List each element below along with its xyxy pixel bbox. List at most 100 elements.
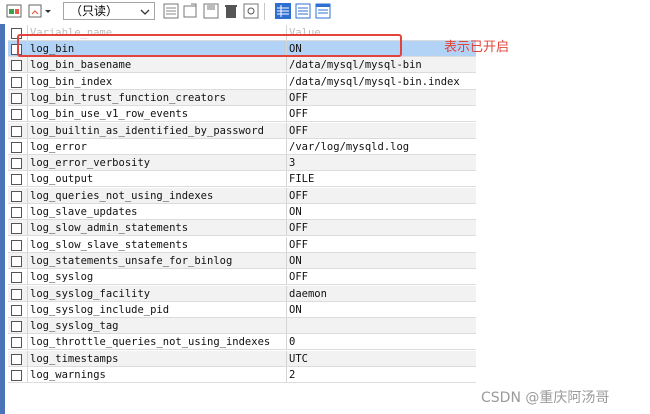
cell-variable-name[interactable]: log_syslog_facility <box>27 285 290 302</box>
cell-value[interactable]: OFF <box>286 187 479 204</box>
table-row[interactable]: log_throttle_queries_not_using_indexes 0 <box>8 334 479 351</box>
cell-value[interactable]: 3 <box>286 155 479 172</box>
row-checkbox[interactable] <box>11 174 22 186</box>
table-row[interactable]: log_slow_admin_statements OFF <box>8 220 479 237</box>
table-row[interactable]: log_slow_slave_statements OFF <box>8 236 479 253</box>
cell-variable-name[interactable]: log_syslog_tag <box>27 318 290 335</box>
table-row[interactable]: log_bin_index/data/mysql/mysql-bin.index <box>8 73 479 90</box>
table-row[interactable]: log_statements_unsafe_for_binlog ON <box>8 252 479 269</box>
cell-value[interactable]: FILE <box>286 171 479 188</box>
save-icon[interactable] <box>203 3 219 19</box>
table-row[interactable]: log_bin_trust_function_creators OFF <box>8 89 479 106</box>
table-row[interactable]: log_bin_basename/data/mysql/mysql-bin <box>8 57 479 74</box>
cell-variable-name[interactable]: log_queries_not_using_indexes <box>27 187 290 204</box>
chevron-down-icon <box>140 9 150 15</box>
row-checkbox[interactable] <box>11 337 22 349</box>
cell-value[interactable] <box>286 318 479 335</box>
cell-value[interactable]: ON <box>286 204 479 220</box>
toolbar: （只读） <box>0 0 650 24</box>
cell-value[interactable]: ON <box>286 301 479 318</box>
row-checkbox[interactable] <box>11 109 22 121</box>
row-checkbox[interactable] <box>11 76 22 88</box>
table-row[interactable]: log_queries_not_using_indexes OFF <box>8 187 479 204</box>
cell-variable-name[interactable]: log_bin_use_v1_row_events <box>27 106 290 123</box>
row-checkbox[interactable] <box>11 207 22 218</box>
row-checkbox[interactable] <box>11 239 22 251</box>
cell-variable-name[interactable]: log_error <box>27 138 290 155</box>
row-checkbox[interactable] <box>11 353 22 365</box>
cell-variable-name[interactable]: log_bin_trust_function_creators <box>27 89 290 106</box>
table-row[interactable]: log_syslog_include_pid ON <box>8 301 479 318</box>
table-row[interactable]: log_bin_use_v1_row_events OFF <box>8 106 479 123</box>
cell-variable-name[interactable]: log_bin_index <box>27 73 290 90</box>
cell-value[interactable]: OFF <box>286 220 479 237</box>
cell-value[interactable]: OFF <box>286 106 479 123</box>
cell-value[interactable]: /var/log/mysqld.log <box>286 138 479 155</box>
row-checkbox[interactable] <box>11 141 22 153</box>
form-view-icon[interactable] <box>295 3 311 19</box>
grid-view-icon[interactable] <box>275 3 291 19</box>
row-checkbox[interactable] <box>11 92 22 104</box>
cell-variable-name[interactable]: log_error_verbosity <box>27 155 290 172</box>
annotation-text: 表示已开启 <box>444 40 510 55</box>
table-row[interactable]: log_builtin_as_identified_by_password OFF <box>8 122 479 139</box>
cell-variable-name[interactable]: log_syslog <box>27 269 290 286</box>
delete-icon[interactable] <box>223 3 239 19</box>
table-row[interactable]: log_warnings 2 <box>8 367 476 383</box>
cell-value[interactable]: /data/mysql/mysql-bin.index <box>286 73 479 90</box>
table-row[interactable]: log_timestamps UTC <box>8 350 479 367</box>
table-row[interactable]: log_slave_updates ON <box>8 204 476 220</box>
table-row[interactable]: log_syslog_facility daemon <box>8 285 479 302</box>
table-row[interactable]: log_error_verbosity 3 <box>8 155 479 172</box>
cell-value[interactable]: OFF <box>286 236 479 253</box>
row-checkbox[interactable] <box>11 370 22 381</box>
mode-select-value: （只读） <box>70 4 119 18</box>
row-checkbox[interactable] <box>11 304 22 316</box>
row-checkbox[interactable] <box>11 158 22 170</box>
grid-filter-icon[interactable] <box>163 3 179 19</box>
cell-variable-name[interactable]: log_timestamps <box>27 350 290 367</box>
row-checkbox[interactable] <box>11 223 22 235</box>
cell-value[interactable]: ON <box>286 252 479 269</box>
table-row[interactable]: log_syslog_tag <box>8 318 479 335</box>
row-checkbox[interactable] <box>11 321 22 333</box>
zoom-grid-icon[interactable] <box>243 3 259 19</box>
row-checkbox[interactable] <box>11 190 22 202</box>
left-rail <box>0 24 5 414</box>
cell-value[interactable]: OFF <box>286 89 479 106</box>
table-row[interactable]: log_output FILE <box>8 171 479 188</box>
cell-value[interactable]: /data/mysql/mysql-bin <box>286 57 479 74</box>
cell-variable-name[interactable]: log_slow_slave_statements <box>27 236 290 253</box>
watermark: CSDN @重庆阿汤哥 <box>481 390 610 406</box>
row-checkbox[interactable] <box>11 60 22 72</box>
filter-icon[interactable] <box>28 3 44 19</box>
cell-variable-name[interactable]: log_slow_admin_statements <box>27 220 290 237</box>
row-checkbox[interactable] <box>11 272 22 284</box>
cell-variable-name[interactable]: log_builtin_as_identified_by_password <box>27 122 290 139</box>
text-view-icon[interactable] <box>315 3 331 19</box>
cell-value[interactable]: 0 <box>286 334 479 351</box>
highlight-box <box>17 34 402 57</box>
toolbar-separator <box>264 3 265 20</box>
row-checkbox[interactable] <box>11 288 22 300</box>
cell-variable-name[interactable]: log_throttle_queries_not_using_indexes <box>27 334 290 351</box>
cell-value[interactable]: OFF <box>286 269 479 286</box>
cell-variable-name[interactable]: log_syslog_include_pid <box>27 301 290 318</box>
cell-variable-name[interactable]: log_output <box>27 171 290 188</box>
cell-variable-name[interactable]: log_bin_basename <box>27 57 290 74</box>
table-row[interactable]: log_error/var/log/mysqld.log <box>8 138 479 155</box>
cell-variable-name[interactable]: log_slave_updates <box>27 204 290 220</box>
cell-value[interactable]: UTC <box>286 350 479 367</box>
chevron-down-icon[interactable] <box>43 3 53 19</box>
table-row[interactable]: log_syslog OFF <box>8 269 479 286</box>
cell-variable-name[interactable]: log_statements_unsafe_for_binlog <box>27 252 290 269</box>
cell-value[interactable]: OFF <box>286 122 479 139</box>
cell-value[interactable]: 2 <box>286 367 479 383</box>
export-icon[interactable] <box>183 3 199 19</box>
cell-variable-name[interactable]: log_warnings <box>27 367 290 383</box>
row-checkbox[interactable] <box>11 255 22 267</box>
mode-select[interactable]: （只读） <box>63 2 155 20</box>
cell-value[interactable]: daemon <box>286 285 479 302</box>
refresh-icon[interactable] <box>6 3 22 19</box>
row-checkbox[interactable] <box>11 125 22 137</box>
